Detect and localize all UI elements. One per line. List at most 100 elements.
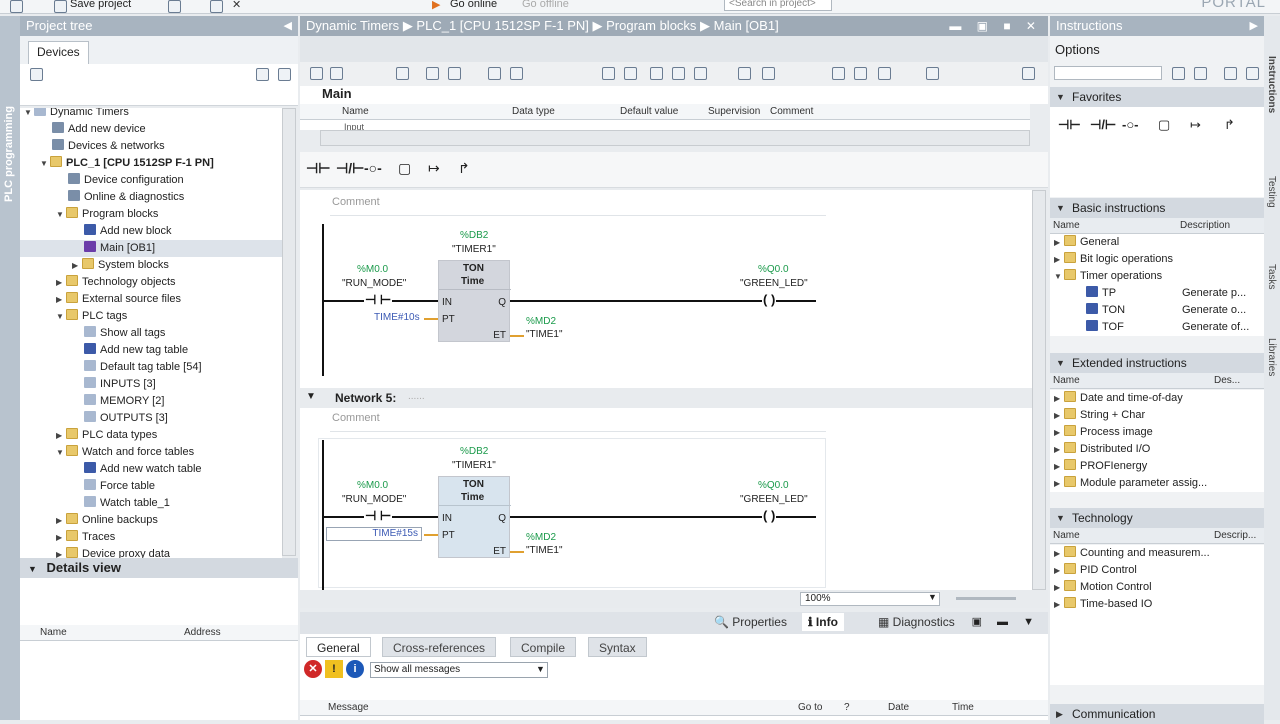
paste-icon[interactable] [210, 0, 223, 13]
network5-comment[interactable]: Comment [330, 412, 826, 432]
col-question[interactable]: ? [844, 700, 850, 716]
expand-icon[interactable]: ▼ [40, 155, 50, 172]
open-branch-icon[interactable]: ↦ [428, 160, 440, 177]
save-project-button[interactable]: Save project [70, 0, 131, 10]
tree-item-show-all-tags[interactable]: Show all tags [84, 325, 165, 342]
search-in-project-input[interactable]: <Search in project> [724, 0, 832, 11]
breadcrumb-program-blocks[interactable]: Program blocks [606, 18, 696, 33]
basic-col-desc[interactable]: Description [1180, 218, 1230, 234]
tree-item-traces[interactable]: ▶ Traces [56, 529, 115, 546]
extended-item-process-image[interactable]: ▶ Process image [1054, 424, 1153, 441]
absolute-address-icon[interactable] [488, 67, 501, 80]
empty-box-icon[interactable]: ▢ [1158, 117, 1170, 133]
expand-icon[interactable]: ▶ [56, 512, 66, 529]
error-filter-icon[interactable]: ✕ [304, 660, 322, 678]
no-contact-icon[interactable]: ⊣⊢ [306, 160, 330, 177]
tree-item-online-diagnostics[interactable]: Online & diagnostics [68, 189, 184, 206]
pt-value[interactable]: TIME#10s [374, 312, 420, 323]
tab-general[interactable]: General [306, 637, 371, 657]
close-branch-icon[interactable]: ↱ [458, 160, 470, 177]
tree-item-dynamic-timers[interactable]: ▼ Dynamic Timers [24, 108, 129, 121]
expand-icon[interactable]: ▶ [56, 546, 66, 558]
tab-compile[interactable]: Compile [510, 637, 577, 657]
technology-col-name[interactable]: Name [1053, 530, 1080, 541]
tree-item-force-table[interactable]: Force table [84, 478, 155, 495]
interface-icon[interactable] [396, 67, 409, 80]
tree-item-default-tag-table[interactable]: Default tag table [54] [84, 359, 202, 376]
extended-item-distributed-io[interactable]: ▶ Distributed I/O [1054, 441, 1150, 458]
online-monitor-icon[interactable] [832, 67, 845, 80]
network5-header[interactable]: ▼ Network 5: ...... [300, 388, 1032, 408]
expand-icon[interactable]: ▼ [56, 308, 66, 325]
tree-item-add-new-device[interactable]: Add new device [52, 121, 146, 138]
interface-row-input[interactable]: Input [300, 120, 1030, 130]
new-project-icon[interactable] [10, 0, 23, 13]
et-tag-name[interactable]: "TIME1" [526, 545, 563, 556]
step-icon[interactable] [762, 67, 775, 80]
tab-cross-references[interactable]: Cross-references [382, 637, 497, 657]
interface-scrollbar[interactable] [320, 130, 1030, 146]
expand-icon[interactable]: ▼ [24, 108, 34, 121]
network4-comment[interactable]: Comment [330, 196, 826, 216]
tree-item-add-new-tag-table[interactable]: Add new tag table [84, 342, 188, 359]
search-down-icon[interactable] [1172, 67, 1185, 80]
inspector-controls[interactable]: ▣ ▬ ▼ [972, 615, 1040, 628]
coil-icon[interactable]: -○- [364, 160, 382, 176]
output-coil-green-led[interactable]: ( ) [762, 508, 777, 523]
basic-item-tof[interactable]: TOF [1086, 319, 1124, 336]
highlight-icon[interactable] [624, 67, 637, 80]
technology-item-pid[interactable]: ▶ PID Control [1054, 562, 1137, 579]
warning-filter-icon[interactable]: ! [325, 660, 343, 678]
basic-instructions-header[interactable]: Basic instructions [1050, 198, 1264, 218]
editor-vertical-scrollbar[interactable] [1032, 190, 1046, 590]
extended-item-profienergy[interactable]: ▶ PROFIenergy [1054, 458, 1147, 475]
refresh-icon[interactable] [278, 68, 291, 81]
tree-item-devices-networks[interactable]: Devices & networks [52, 138, 165, 155]
message-filter-select[interactable]: Show all messages [370, 662, 548, 678]
go-to-icon[interactable] [694, 67, 707, 80]
technology-item-time-based-io[interactable]: ▶ Time-based IO [1054, 596, 1152, 613]
properties-tab[interactable]: 🔍 Properties [714, 615, 787, 629]
extended-col-desc[interactable]: Des... [1214, 373, 1240, 389]
close-branch-icon[interactable]: ↱ [1224, 117, 1235, 133]
extended-instructions-header[interactable]: Extended instructions [1050, 353, 1264, 373]
plc-programming-label[interactable]: PLC programming [3, 106, 15, 202]
remove-breakpoint-icon[interactable] [672, 67, 685, 80]
collapse-right-icon[interactable]: ▶ [1250, 16, 1258, 36]
collapse-left-icon[interactable]: ◀ [284, 16, 292, 36]
basic-item-timer-operations[interactable]: ▼ Timer operations [1054, 268, 1162, 285]
glasses-icon[interactable] [854, 67, 867, 80]
details-address-column[interactable]: Address [184, 625, 221, 641]
col-message[interactable]: Message [328, 700, 369, 716]
interface-col-supervision[interactable]: Supervision [708, 104, 760, 120]
go-offline-button[interactable]: Go offline [522, 0, 569, 10]
network5-collapse-icon[interactable]: ▼ [306, 391, 316, 402]
interface-col-default[interactable]: Default value [620, 104, 678, 120]
basic-item-tp[interactable]: TP [1086, 285, 1116, 302]
testing-side-tab[interactable]: Testing [1266, 176, 1277, 208]
tab-syntax[interactable]: Syntax [588, 637, 647, 657]
basic-col-name[interactable]: Name [1053, 220, 1080, 231]
tree-item-add-new-watch-table[interactable]: Add new watch table [84, 461, 202, 478]
nc-contact-icon[interactable]: ⊣/⊢ [1090, 117, 1116, 133]
overview-icon[interactable] [256, 68, 269, 81]
technology-item-counting[interactable]: ▶ Counting and measurem... [1054, 545, 1210, 562]
tree-item-technology-objects[interactable]: ▶ Technology objects [56, 274, 176, 291]
favorites-toggle-icon[interactable] [510, 67, 523, 80]
expand-icon[interactable]: ▶ [56, 291, 66, 308]
expand-icon[interactable]: ▼ [56, 444, 66, 461]
tree-item-watch-table-1[interactable]: Watch table_1 [84, 495, 170, 512]
ton-timer-block[interactable]: TON Time IN PT Q ET [438, 260, 511, 342]
diagnostics-tab[interactable]: ▦ Diagnostics [878, 615, 955, 629]
no-contact-run-mode[interactable]: ⊣ ⊢ [364, 292, 393, 308]
info-filter-icon[interactable]: i [346, 660, 364, 678]
output-coil-green-led[interactable]: ( ) [762, 292, 777, 307]
devices-tab[interactable]: Devices [28, 41, 89, 64]
zoom-slider[interactable] [956, 597, 1016, 600]
save-icon[interactable] [54, 0, 67, 13]
coil-icon[interactable]: -○- [1122, 117, 1139, 132]
no-contact-icon[interactable]: ⊣⊢ [1058, 117, 1081, 133]
filter-dropdown-icon[interactable]: ▼ [536, 664, 545, 674]
details-view-header[interactable]: ▼ Details view [20, 558, 298, 578]
technology-header[interactable]: Technology [1050, 508, 1264, 528]
